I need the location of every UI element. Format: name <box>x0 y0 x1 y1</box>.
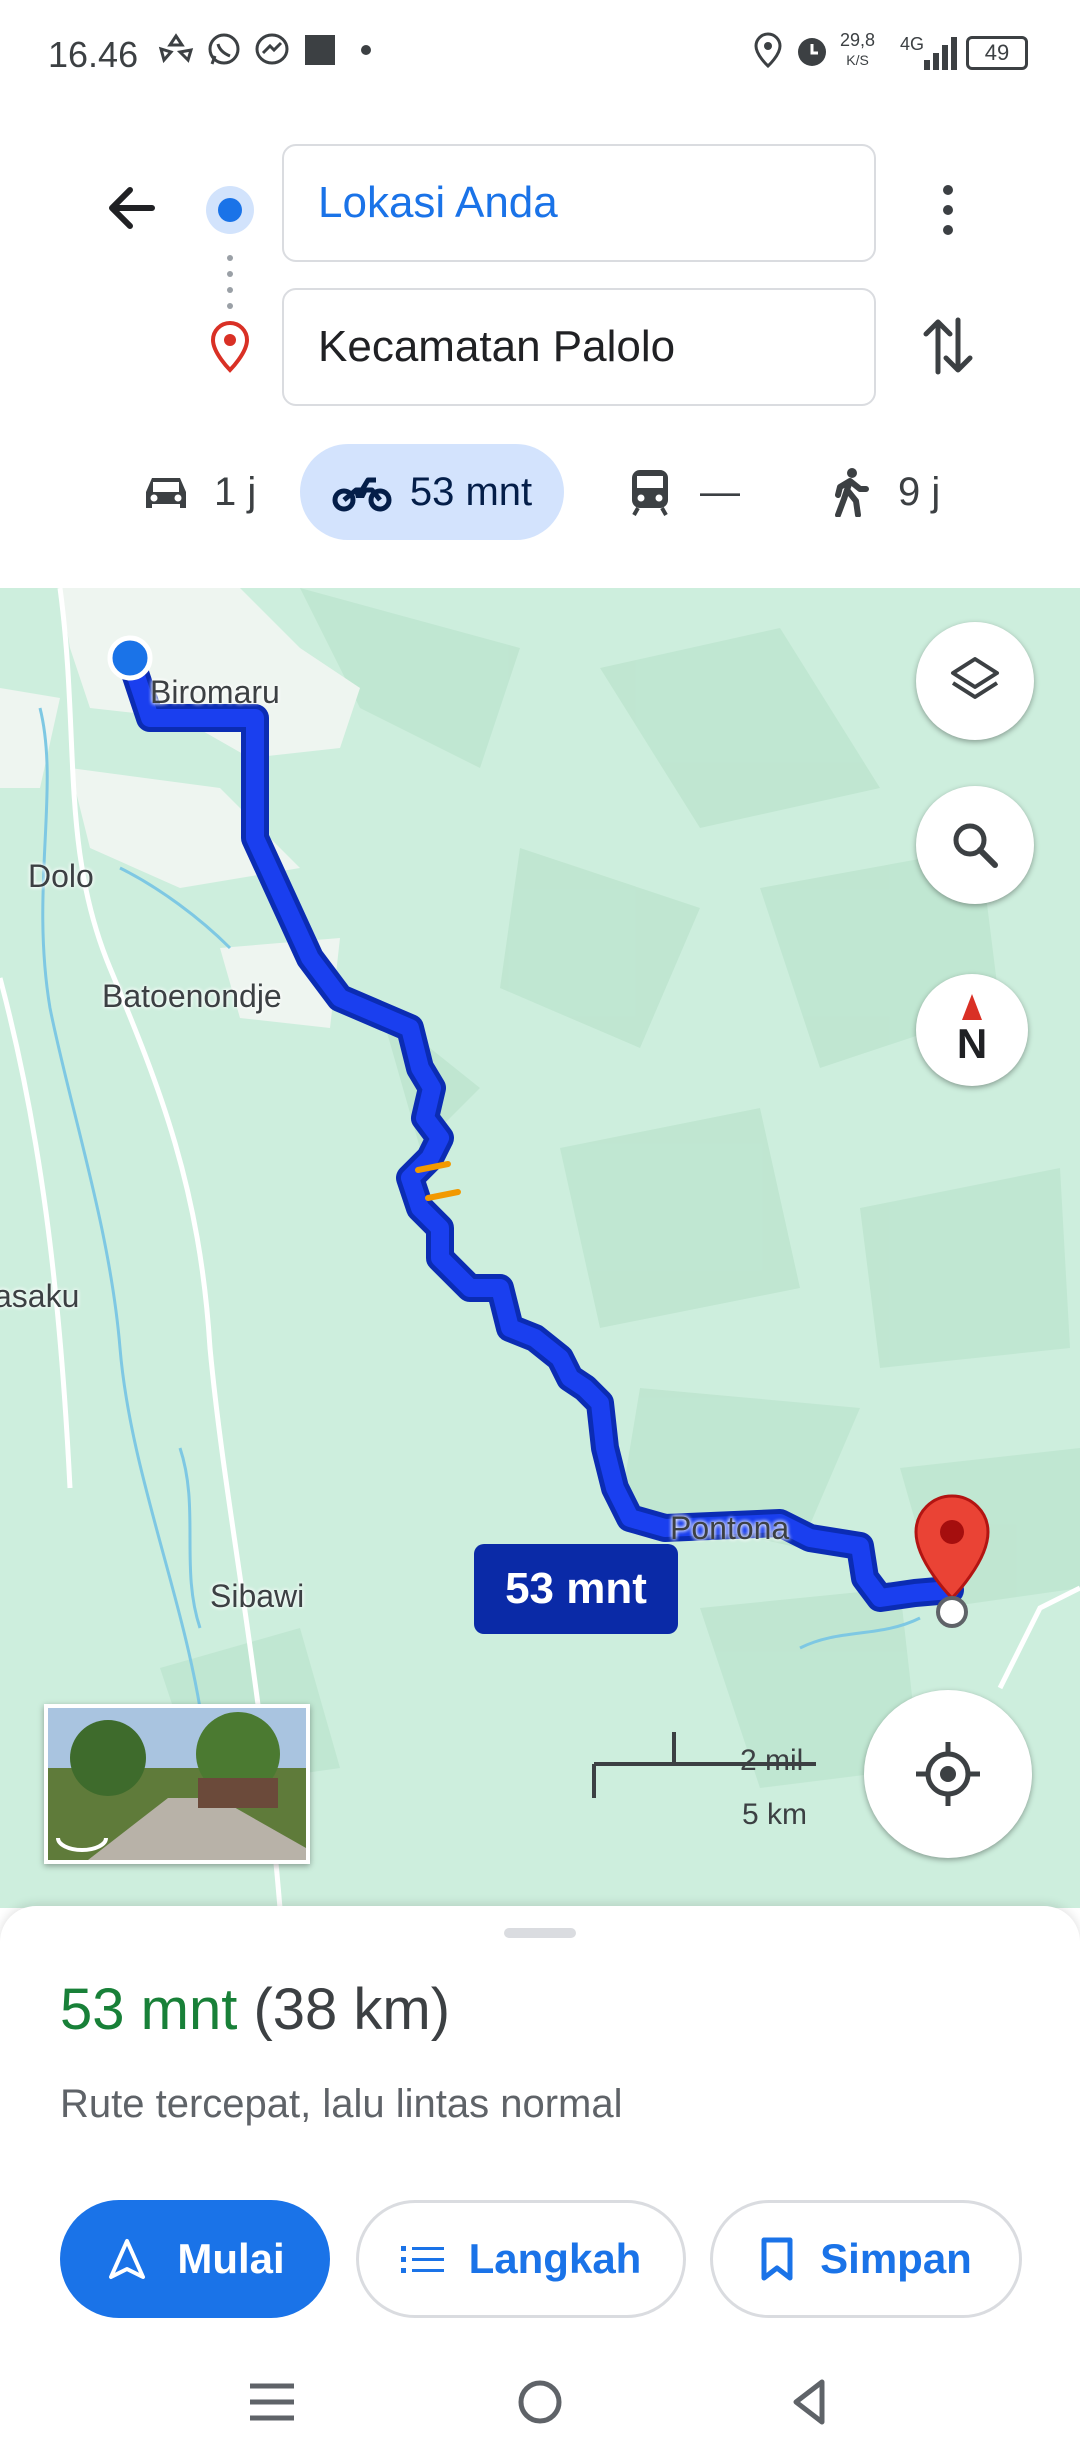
map-label-pontona: Pontona <box>670 1510 790 1546</box>
home-nav-icon[interactable] <box>510 2372 570 2432</box>
compass-letter: N <box>956 1020 988 1067</box>
summary-time: 53 mnt <box>60 1977 238 2042</box>
back-arrow-icon[interactable] <box>100 176 164 240</box>
map-label-batoenondje: Batoenondje <box>102 978 282 1014</box>
street-view-image <box>48 1708 306 1860</box>
alarm-icon <box>798 38 826 66</box>
save-button-label: Simpan <box>820 2235 972 2282</box>
mode-driving-label: 1 j <box>214 469 257 514</box>
mode-transit-label: — <box>700 469 740 514</box>
route-description: Rute tercepat, lalu lintas normal <box>60 2082 623 2126</box>
map-label-sibawi: Sibawi <box>210 1578 305 1614</box>
search-icon <box>953 823 998 868</box>
route-duration-badge[interactable]: 53 mnt <box>474 1544 678 1634</box>
sync-icon <box>158 33 194 64</box>
destination-pin-icon <box>210 320 250 373</box>
mode-transit[interactable]: — <box>628 444 740 540</box>
status-speed-unit: K/S <box>846 52 869 68</box>
mode-walking-label: 9 j <box>898 469 941 514</box>
swap-icon[interactable] <box>916 310 980 382</box>
origin-dot-icon <box>206 186 254 234</box>
signal-icon <box>924 37 957 70</box>
map-label-dolo: Dolo <box>28 858 94 894</box>
layers-icon <box>951 657 999 699</box>
transit-icon <box>632 470 668 516</box>
scale-kilometers: 5 km <box>742 1798 808 1831</box>
compass-button[interactable]: N <box>916 974 1028 1086</box>
layers-button[interactable] <box>916 622 1034 740</box>
my-location-button[interactable] <box>864 1690 1032 1858</box>
map-view[interactable]: Biromaru Dolo Batoenondje asaku Sibawi P… <box>0 588 1080 1908</box>
route-summary: 53 mnt (38 km) <box>60 1976 450 2043</box>
walk-icon <box>835 468 869 517</box>
summary-distance: (38 km) <box>253 1977 451 2042</box>
more-options-icon[interactable] <box>916 174 980 246</box>
start-button-label: Mulai <box>177 2235 285 2282</box>
start-button[interactable]: Mulai <box>60 2200 330 2318</box>
car-icon <box>146 478 186 508</box>
steps-button-label: Langkah <box>468 2235 642 2282</box>
status-speed-value: 29,8 <box>840 30 876 50</box>
destination-input[interactable]: Kecamatan Palolo <box>282 288 876 406</box>
status-bar: 16.46 29,8 K/S 4G 49 <box>0 0 1080 110</box>
square-icon <box>305 35 335 65</box>
status-time: 16.46 <box>48 34 139 75</box>
dot-icon <box>361 45 371 55</box>
navigation-arrow-icon <box>109 2239 146 2279</box>
mode-driving[interactable]: 1 j <box>140 444 256 540</box>
whatsapp-icon <box>208 33 240 65</box>
crosshair-icon <box>916 1742 980 1806</box>
map-label-asaku: asaku <box>0 1278 80 1314</box>
origin-input[interactable]: Lokasi Anda <box>282 144 876 262</box>
menu-nav-icon[interactable] <box>242 2372 302 2432</box>
mode-walking[interactable]: 9 j <box>830 444 940 540</box>
scale-miles: 2 mil <box>740 1744 804 1777</box>
mode-motorcycle[interactable]: 53 mnt <box>300 444 564 540</box>
back-nav-icon[interactable] <box>780 2372 840 2432</box>
motorcycle-icon <box>332 477 392 512</box>
directions-header: Lokasi Anda Kecamatan Palolo 1 j 53 mnt … <box>0 110 1080 590</box>
battery-icon: 49 <box>966 36 1028 70</box>
messenger-icon <box>255 33 289 65</box>
mode-motorcycle-label: 53 mnt <box>409 469 533 514</box>
route-connector-dots <box>227 255 233 309</box>
list-icon <box>400 2246 444 2273</box>
status-network: 4G <box>900 34 925 54</box>
search-map-button[interactable] <box>916 786 1034 904</box>
street-view-thumbnail[interactable] <box>44 1704 310 1864</box>
map-label-biromaru: Biromaru <box>150 674 280 710</box>
save-button[interactable]: Simpan <box>710 2200 1022 2318</box>
bookmark-icon <box>761 2237 793 2281</box>
steps-button[interactable]: Langkah <box>356 2200 686 2318</box>
drag-handle[interactable] <box>504 1928 576 1938</box>
location-icon <box>754 32 782 69</box>
current-location-dot <box>107 635 153 681</box>
